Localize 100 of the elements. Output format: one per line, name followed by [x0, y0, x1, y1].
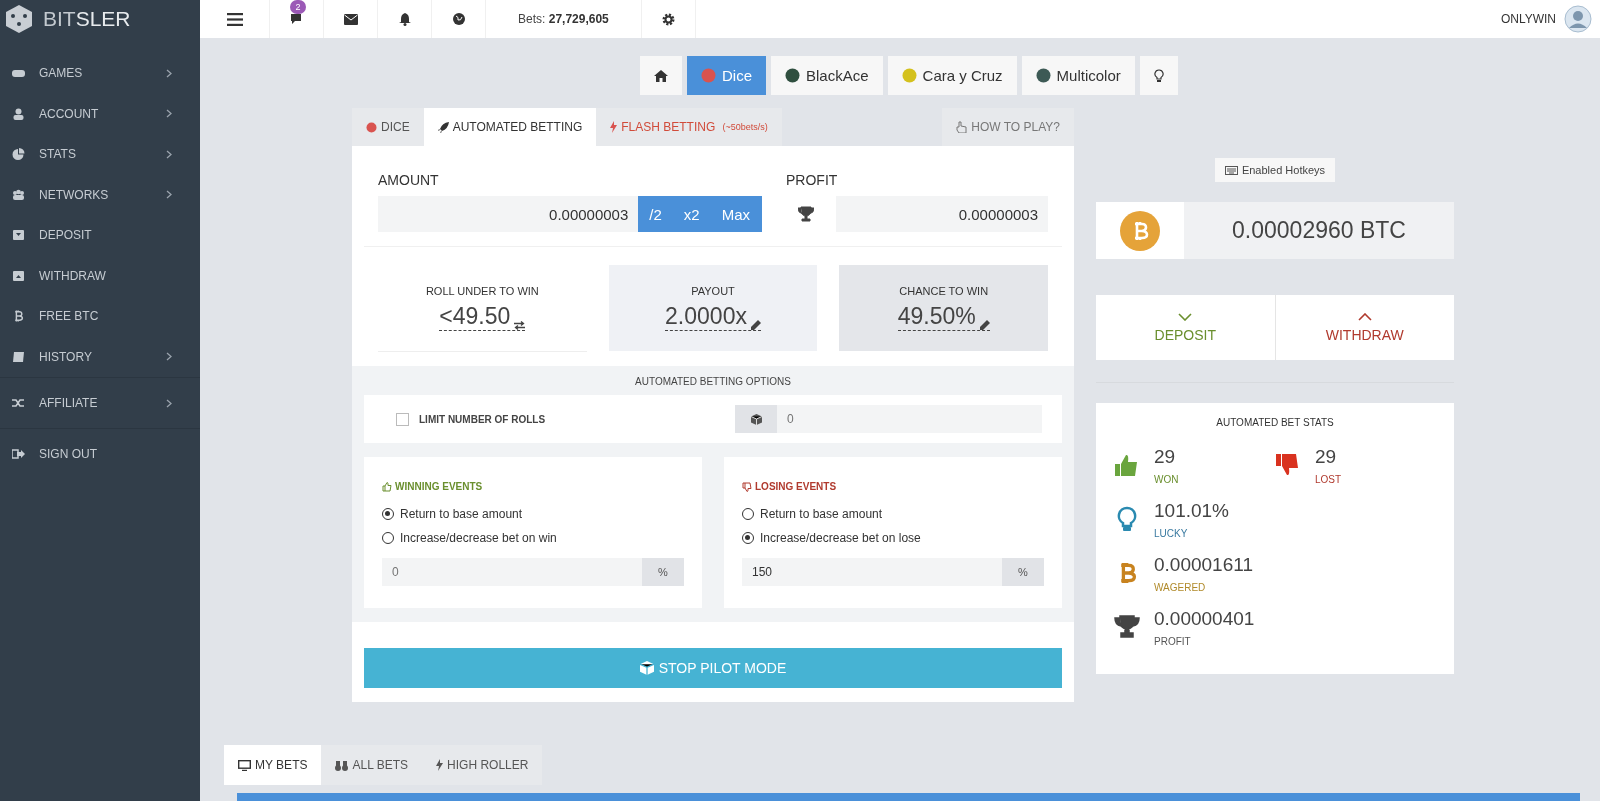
sidebar-item[interactable]: WITHDRAW — [0, 255, 200, 296]
parameter-value[interactable]: <49.50 — [439, 303, 511, 330]
sidebar-item[interactable]: SIGN OUT — [0, 428, 200, 479]
stat-value: 29 — [1315, 445, 1338, 468]
pie-icon — [12, 148, 25, 161]
sidebar-item[interactable]: ACCOUNT — [0, 93, 200, 134]
pointing-hand-icon — [956, 121, 968, 133]
percent-unit: % — [642, 558, 684, 586]
parameter-value[interactable]: 49.50% — [897, 303, 976, 330]
stat-value: 29 — [1154, 445, 1177, 468]
cube-icon — [750, 413, 762, 425]
parameter-label: ROLL UNDER TO WIN — [425, 285, 539, 297]
mail-icon — [343, 13, 358, 25]
sidebar-item[interactable]: GAMES — [0, 53, 200, 94]
home-tab[interactable] — [640, 56, 682, 95]
users-icon — [12, 188, 25, 201]
radio-option[interactable]: Increase/decrease bet on lose — [742, 526, 1044, 550]
percent-unit: % — [1002, 558, 1044, 586]
up-box-icon — [12, 269, 25, 282]
stat-label: LOST — [1315, 473, 1342, 485]
lightbulb-icon — [1153, 68, 1164, 83]
radio-option[interactable]: Increase/decrease bet on win — [382, 526, 684, 550]
thumbs-down-icon — [742, 481, 752, 492]
stat-label: LUCKY — [1154, 527, 1189, 539]
pencil-icon[interactable] — [750, 320, 761, 330]
mode-tab[interactable]: AUTOMATED BETTING — [423, 108, 597, 146]
checkbox[interactable] — [396, 412, 409, 426]
monitor-icon — [238, 759, 251, 771]
stat-label: PROFIT — [1154, 635, 1192, 647]
shuffle-icon — [12, 397, 25, 409]
username[interactable]: ONLYWIN — [1500, 12, 1556, 26]
menu-icon — [226, 12, 243, 26]
amount-label: AMOUNT — [378, 172, 440, 188]
mode-tab[interactable]: FLASH BETTING (~50bets/s) — [596, 108, 782, 146]
bolt-icon — [610, 121, 618, 133]
bolt-icon — [436, 759, 444, 771]
sidebar-item[interactable]: NETWORKS — [0, 174, 200, 215]
withdraw-button[interactable]: WITHDRAW — [1275, 295, 1454, 360]
bell-icon — [398, 12, 411, 26]
swap-arrows-icon[interactable] — [514, 321, 526, 330]
game-tab[interactable]: Cara y Cruz — [887, 56, 1017, 95]
pencil-icon[interactable] — [979, 320, 990, 330]
parameter-value[interactable]: 2.0000x — [665, 303, 747, 330]
event-title: WINNING EVENTS — [382, 481, 684, 492]
chevron-up-icon — [1357, 312, 1372, 321]
bets-tab[interactable]: MY BETS — [224, 745, 322, 785]
keyboard-icon — [1224, 165, 1238, 175]
thumbs-down-icon — [1275, 452, 1301, 478]
thumbs-up-icon — [382, 481, 392, 492]
trophy-icon — [1114, 614, 1140, 640]
dice-icon — [366, 121, 377, 133]
stat-value: 0.00001611 — [1154, 553, 1253, 576]
stat-value: 0.00000401 — [1154, 607, 1255, 630]
parameter-label: CHANCE TO WIN — [899, 285, 989, 297]
tips-tab[interactable] — [1139, 56, 1178, 95]
hotkeys-button[interactable]: Enabled Hotkeys — [1214, 158, 1336, 182]
limit-label: LIMIT NUMBER OF ROLLS — [419, 413, 547, 425]
cube-icon — [639, 661, 654, 675]
notification-badge: 2 — [290, 0, 306, 14]
stat-label: WAGERED — [1154, 581, 1207, 593]
signout-icon — [12, 448, 25, 460]
parameter-label: PAYOUT — [691, 285, 735, 297]
how-to-play-tab[interactable]: HOW TO PLAY? — [942, 108, 1074, 146]
bitcoin-icon — [12, 310, 25, 323]
bets-tab[interactable]: HIGH ROLLER — [422, 745, 543, 785]
sidebar-item[interactable]: FREE BTC — [0, 296, 200, 337]
chat-icon — [289, 13, 304, 25]
dice-logo-icon — [3, 3, 35, 35]
mode-tab[interactable]: DICE — [352, 108, 424, 146]
game-tab[interactable]: BlackAce — [771, 56, 883, 95]
home-icon — [654, 69, 668, 82]
amount-field[interactable]: 0.00000003 — [378, 196, 639, 232]
bitcoin-icon — [1120, 210, 1160, 251]
event-title: LOSING EVENTS — [742, 481, 1044, 492]
balance-value: 0.00002960 BTC — [1184, 202, 1454, 259]
avatar-icon[interactable] — [1564, 5, 1592, 33]
stat-value: 101.01% — [1154, 499, 1229, 522]
deposit-button[interactable]: DEPOSIT — [1096, 295, 1276, 360]
settings-icon — [661, 12, 675, 26]
bets-tab[interactable]: ALL BETS — [321, 745, 423, 785]
radio-option[interactable]: Return to base amount — [742, 502, 1044, 526]
rocket-icon — [437, 121, 449, 133]
stat-label: WON — [1154, 473, 1179, 485]
down-box-icon — [12, 229, 25, 242]
radio-option[interactable]: Return to base amount — [382, 502, 684, 526]
thumbs-up-icon — [1114, 452, 1140, 478]
sidebar-item[interactable]: AFFILIATE — [0, 377, 200, 428]
user-icon — [12, 107, 25, 120]
profit-field[interactable]: 0.00000003 — [836, 196, 1048, 232]
chevron-down-icon — [1178, 312, 1193, 321]
game-tab[interactable]: Multicolor — [1021, 56, 1135, 95]
sidebar-item[interactable]: HISTORY — [0, 336, 200, 377]
sidebar-item[interactable]: DEPOSIT — [0, 215, 200, 256]
trophy-icon — [798, 206, 814, 222]
sidebar-item[interactable]: STATS — [0, 134, 200, 175]
options-title: AUTOMATED BETTING OPTIONS — [634, 375, 792, 389]
profit-label: PROFIT — [786, 172, 839, 188]
binoculars-icon — [335, 759, 349, 771]
stats-title: AUTOMATED BET STATS — [1215, 417, 1335, 428]
brand-name: BITSLER — [43, 7, 131, 31]
